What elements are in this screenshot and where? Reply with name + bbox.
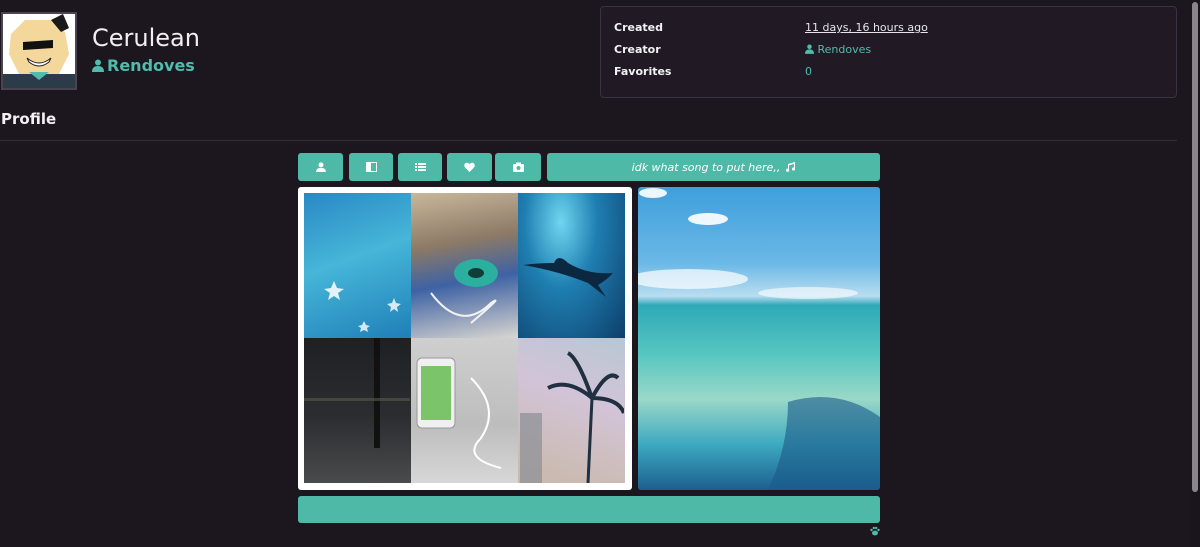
camera-icon	[512, 162, 524, 172]
tab-sidebar[interactable]	[349, 153, 393, 181]
list-icon	[414, 163, 426, 171]
collage-image-cd-player	[411, 193, 518, 338]
bottom-bar	[298, 496, 880, 523]
avatar-image	[3, 14, 75, 88]
collage-image-night-window	[304, 338, 411, 483]
scrollbar[interactable]	[1190, 0, 1200, 547]
section-title: Profile	[1, 110, 57, 128]
photo-collage	[298, 187, 632, 490]
tab-gallery[interactable]	[495, 153, 541, 181]
sidebar-icon	[365, 162, 377, 172]
info-panel: Created 11 days, 16 hours ago Creator Re…	[600, 6, 1177, 98]
paw-icon[interactable]	[870, 526, 880, 536]
info-label: Favorites	[614, 65, 672, 78]
avatar[interactable]	[1, 12, 77, 90]
info-label: Creator	[614, 43, 661, 56]
creator-name: Rendoves	[107, 56, 195, 75]
tab-favorites[interactable]	[447, 153, 492, 181]
collage-image-phone	[411, 338, 518, 483]
tab-profile[interactable]	[298, 153, 343, 181]
music-note-icon	[786, 162, 796, 172]
creator-link[interactable]: Rendoves	[92, 56, 195, 75]
scrollbar-thumb[interactable]	[1192, 2, 1198, 492]
favorites-value: 0	[805, 65, 812, 78]
song-label: idk what song to put here,,	[631, 160, 781, 174]
heart-icon	[464, 162, 475, 172]
collage-image-shark	[518, 193, 625, 338]
created-value: 11 days, 16 hours ago	[805, 21, 928, 34]
divider	[0, 140, 1177, 141]
info-label: Created	[614, 21, 663, 34]
user-icon	[92, 59, 104, 72]
collage-image-ocean-starfish	[304, 193, 411, 338]
collage-image-palm	[518, 338, 625, 483]
user-icon	[315, 162, 326, 172]
tab-list[interactable]	[398, 153, 442, 181]
user-icon	[805, 44, 814, 54]
song-button[interactable]: idk what song to put here,,	[547, 153, 880, 181]
creator-value: Rendoves	[817, 43, 872, 56]
profile-name: Cerulean	[92, 24, 200, 52]
ocean-image	[638, 187, 880, 490]
creator-value-link[interactable]: Rendoves	[805, 43, 871, 56]
